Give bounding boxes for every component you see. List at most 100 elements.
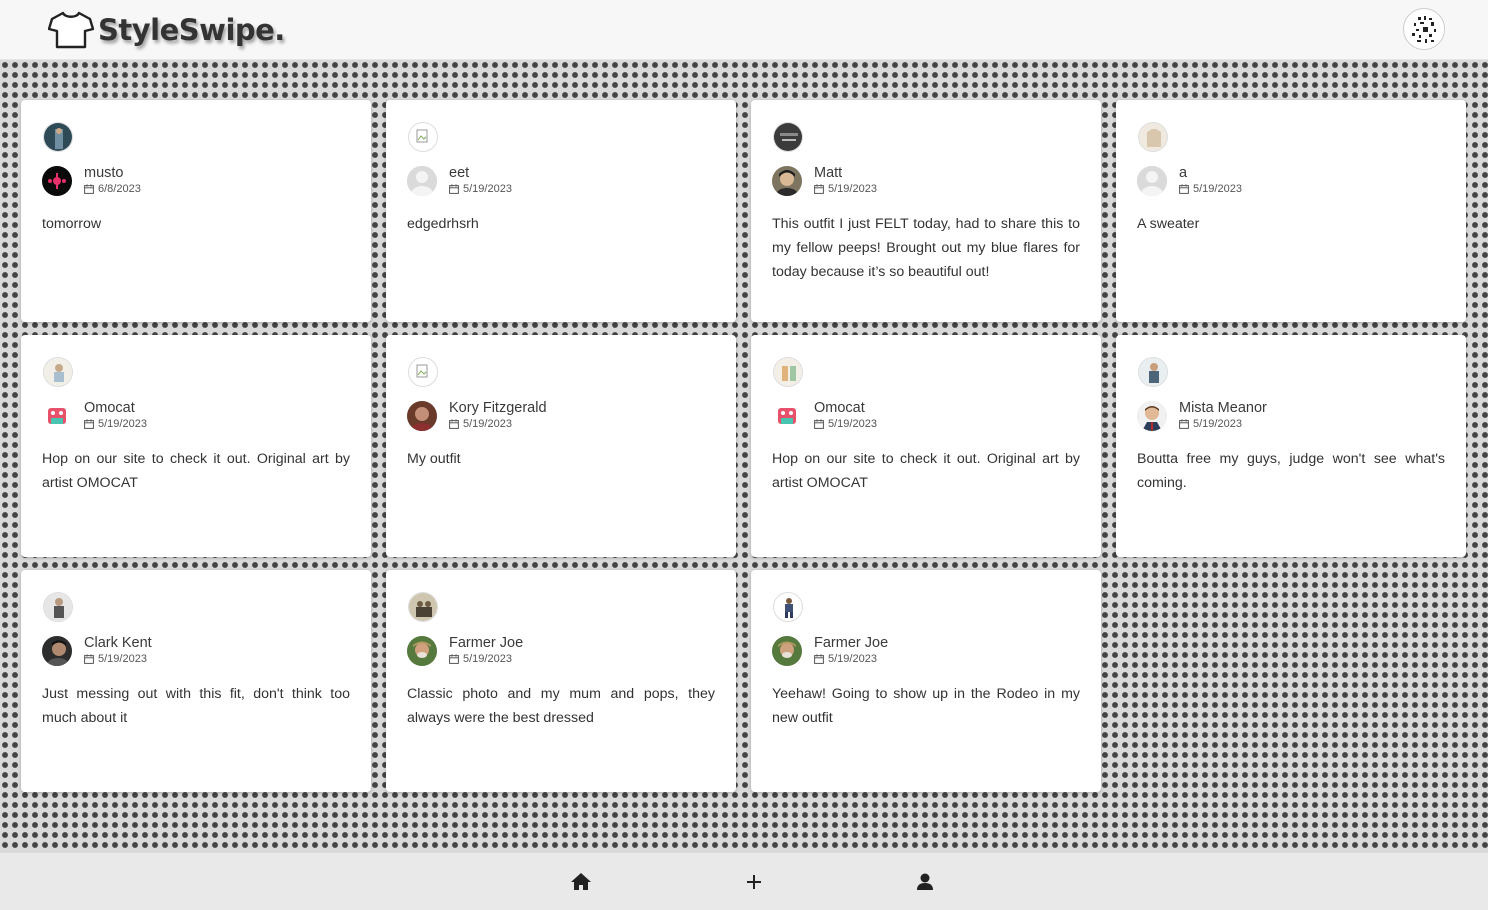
post-feed: musto 6/8/2023 tomorrow eet 5/19/2023 ed…: [0, 60, 1488, 852]
calendar-icon: [449, 419, 459, 429]
post-date: 5/19/2023: [84, 653, 147, 665]
outfit-thumbnail[interactable]: [773, 357, 803, 387]
post-username[interactable]: Matt: [814, 165, 842, 181]
post-card[interactable]: Farmer Joe 5/19/2023 Yeehaw! Going to sh…: [751, 570, 1101, 792]
post-date: 5/19/2023: [814, 653, 877, 665]
post-date: 5/19/2023: [1179, 418, 1242, 430]
outfit-thumbnail[interactable]: [43, 592, 73, 622]
home-icon: [571, 873, 591, 890]
outfit-thumbnail[interactable]: [43, 357, 73, 387]
post-card[interactable]: Omocat 5/19/2023 Hop on our site to chec…: [751, 335, 1101, 557]
post-username[interactable]: Mista Meanor: [1179, 400, 1267, 416]
post-caption: Classic photo and my mum and pops, they …: [407, 686, 715, 726]
post-date: 5/19/2023: [1179, 183, 1242, 195]
post-date: 5/19/2023: [449, 653, 512, 665]
outfit-thumbnail[interactable]: [408, 592, 438, 622]
outfit-thumbnail[interactable]: [1138, 122, 1168, 152]
post-date-text: 5/19/2023: [463, 183, 512, 195]
post-card[interactable]: Matt 5/19/2023 This outfit I just FELT t…: [751, 100, 1101, 322]
profile-button[interactable]: [913, 870, 937, 894]
calendar-icon: [84, 184, 94, 194]
calendar-icon: [449, 184, 459, 194]
avatar[interactable]: [42, 636, 72, 666]
post-date: 5/19/2023: [449, 183, 512, 195]
outfit-thumbnail[interactable]: [408, 357, 438, 387]
tshirt-icon: [48, 11, 94, 49]
post-date-text: 5/19/2023: [828, 418, 877, 430]
post-date-text: 5/19/2023: [1193, 183, 1242, 195]
post-caption: My outfit: [407, 451, 461, 467]
calendar-icon: [814, 654, 824, 664]
post-caption: tomorrow: [42, 216, 102, 232]
post-card[interactable]: musto 6/8/2023 tomorrow: [21, 100, 371, 322]
avatar[interactable]: [407, 636, 437, 666]
post-card[interactable]: Farmer Joe 5/19/2023 Classic photo and m…: [386, 570, 736, 792]
profile-avatar[interactable]: [1403, 8, 1445, 50]
plus-icon: [747, 875, 761, 889]
post-card[interactable]: Kory Fitzgerald 5/19/2023 My outfit: [386, 335, 736, 557]
add-post-button[interactable]: [742, 870, 766, 894]
outfit-thumbnail[interactable]: [1138, 357, 1168, 387]
post-caption: Just messing out with this fit, don't th…: [42, 686, 350, 726]
post-card[interactable]: a 5/19/2023 A sweater: [1116, 100, 1466, 322]
post-date-text: 5/19/2023: [828, 183, 877, 195]
post-date-text: 5/19/2023: [98, 418, 147, 430]
avatar[interactable]: [407, 401, 437, 431]
post-username[interactable]: Clark Kent: [84, 635, 152, 651]
avatar[interactable]: [1137, 166, 1167, 196]
outfit-thumbnail[interactable]: [773, 592, 803, 622]
post-date: 5/19/2023: [84, 418, 147, 430]
post-caption: A sweater: [1137, 216, 1200, 232]
calendar-icon: [814, 184, 824, 194]
post-username[interactable]: Kory Fitzgerald: [449, 400, 547, 416]
post-username[interactable]: a: [1179, 165, 1187, 181]
post-date-text: 5/19/2023: [1193, 418, 1242, 430]
app-name: StyleSwipe.: [98, 13, 285, 47]
outfit-thumbnail[interactable]: [408, 122, 438, 152]
avatar[interactable]: [772, 401, 802, 431]
post-username[interactable]: Farmer Joe: [814, 635, 888, 651]
post-date-text: 6/8/2023: [98, 183, 141, 195]
avatar[interactable]: [772, 166, 802, 196]
post-caption: edgedrhsrh: [407, 216, 479, 232]
post-date: 5/19/2023: [449, 418, 512, 430]
post-date: 5/19/2023: [814, 418, 877, 430]
post-caption: This outfit I just FELT today, had to sh…: [772, 216, 1080, 280]
bottom-navigation: [0, 852, 1488, 910]
post-caption: Hop on our site to check it out. Origina…: [772, 451, 1080, 491]
post-username[interactable]: eet: [449, 165, 469, 181]
post-date-text: 5/19/2023: [463, 418, 512, 430]
outfit-thumbnail[interactable]: [773, 122, 803, 152]
post-date-text: 5/19/2023: [828, 653, 877, 665]
calendar-icon: [84, 654, 94, 664]
avatar[interactable]: [772, 636, 802, 666]
avatar[interactable]: [407, 166, 437, 196]
calendar-icon: [449, 654, 459, 664]
user-icon: [917, 873, 933, 890]
calendar-icon: [814, 419, 824, 429]
post-username[interactable]: Farmer Joe: [449, 635, 523, 651]
avatar[interactable]: [1137, 401, 1167, 431]
post-date: 5/19/2023: [814, 183, 877, 195]
calendar-icon: [84, 419, 94, 429]
post-caption: Hop on our site to check it out. Origina…: [42, 451, 350, 491]
post-caption: Yeehaw! Going to show up in the Rodeo in…: [772, 686, 1080, 726]
post-date-text: 5/19/2023: [463, 653, 512, 665]
post-card[interactable]: Clark Kent 5/19/2023 Just messing out wi…: [21, 570, 371, 792]
calendar-icon: [1179, 184, 1189, 194]
post-card[interactable]: eet 5/19/2023 edgedrhsrh: [386, 100, 736, 322]
home-button[interactable]: [569, 870, 593, 894]
post-caption: Boutta free my guys, judge won't see wha…: [1137, 451, 1445, 491]
post-username[interactable]: Omocat: [814, 400, 865, 416]
avatar[interactable]: [42, 401, 72, 431]
post-date: 6/8/2023: [84, 183, 141, 195]
app-logo[interactable]: StyleSwipe.: [48, 8, 285, 52]
post-card[interactable]: Omocat 5/19/2023 Hop on our site to chec…: [21, 335, 371, 557]
avatar[interactable]: [42, 166, 72, 196]
post-username[interactable]: musto: [84, 165, 124, 181]
outfit-thumbnail[interactable]: [43, 122, 73, 152]
post-username[interactable]: Omocat: [84, 400, 135, 416]
app-header: StyleSwipe.: [0, 0, 1488, 60]
post-card[interactable]: Mista Meanor 5/19/2023 Boutta free my gu…: [1116, 335, 1466, 557]
post-date-text: 5/19/2023: [98, 653, 147, 665]
